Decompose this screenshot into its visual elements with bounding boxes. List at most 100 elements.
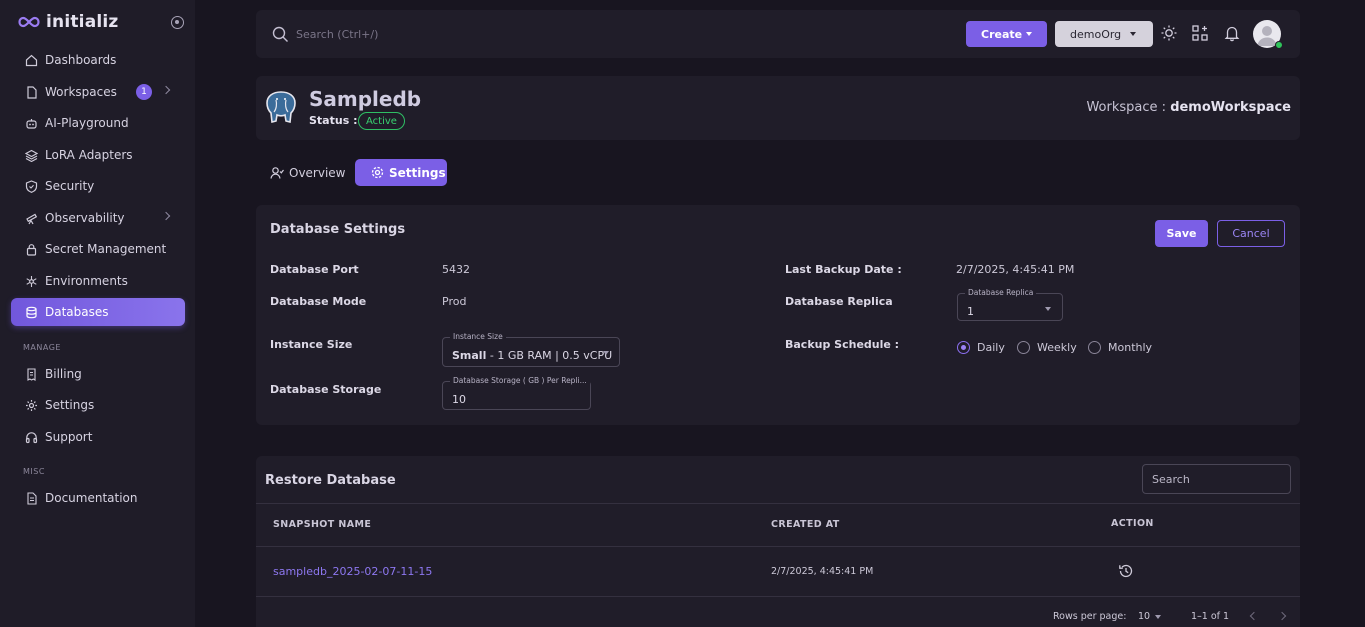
sidebar-item-observability[interactable]: Observability <box>11 204 185 232</box>
app-logo[interactable]: initializ <box>18 12 119 32</box>
snapshot-name-link[interactable]: sampledb_2025-02-07-11-15 <box>273 565 432 578</box>
sidebar-item-label: Databases <box>45 305 109 319</box>
caret-down-icon <box>603 351 609 355</box>
schedule-option-label: Daily <box>977 341 1005 354</box>
sidebar-item-databases[interactable]: Databases <box>11 298 185 326</box>
workspace-name: demoWorkspace <box>1170 100 1291 115</box>
create-button[interactable]: Create <box>966 21 1047 47</box>
postgresql-elephant-icon <box>266 91 296 123</box>
apps-grid-icon[interactable] <box>1191 24 1209 42</box>
telescope-icon <box>25 212 38 225</box>
instance-size-select[interactable]: Instance Size Small - 1 GB RAM | 0.5 vCP… <box>442 332 620 367</box>
sidebar: initializ Dashboards Workspaces 1 AI-Pla… <box>0 0 195 627</box>
chevron-right-icon[interactable] <box>1277 611 1287 621</box>
snapshot-created-at: 2/7/2025, 4:45:41 PM <box>771 566 874 577</box>
table-row-divider <box>256 546 1300 547</box>
chevron-right-icon <box>161 211 171 221</box>
workspace-info: Workspace : demoWorkspace <box>1086 100 1291 115</box>
sidebar-item-label: Settings <box>45 398 95 412</box>
sidebar-item-label: AI-Playground <box>45 116 129 130</box>
sidebar-item-label: Observability <box>45 211 125 225</box>
radio-unchecked-icon <box>1017 341 1030 354</box>
shield-icon <box>25 179 38 193</box>
database-port-label: Database Port <box>270 263 359 276</box>
sidebar-item-workspaces[interactable]: Workspaces 1 <box>11 78 185 106</box>
schedule-radio-monthly[interactable]: Monthly <box>1088 341 1152 354</box>
misc-section-title: MISC <box>23 467 45 476</box>
schedule-option-label: Weekly <box>1037 341 1077 354</box>
bell-icon[interactable] <box>1223 24 1241 42</box>
schedule-option-label: Monthly <box>1108 341 1153 354</box>
chevron-left-icon[interactable] <box>1249 611 1259 621</box>
receipt-icon <box>25 367 38 381</box>
sidebar-item-environments[interactable]: Environments <box>11 267 185 295</box>
database-mode-label: Database Mode <box>270 295 367 308</box>
database-replica-value: 1 <box>967 305 974 318</box>
headphones-icon <box>25 431 38 444</box>
file-icon <box>25 85 38 99</box>
radio-unchecked-icon <box>1088 341 1101 354</box>
database-settings-title: Database Settings <box>270 222 406 237</box>
cancel-button[interactable]: Cancel <box>1217 220 1285 247</box>
instance-size-legend: Instance Size <box>450 332 506 341</box>
sun-icon[interactable] <box>1160 24 1178 42</box>
rows-per-page-select[interactable]: 10 <box>1138 611 1161 622</box>
lock-icon <box>25 243 38 256</box>
org-select-button[interactable]: demoOrg <box>1055 21 1153 47</box>
workspaces-count-badge: 1 <box>136 84 152 100</box>
tab-overview[interactable]: Overview <box>270 159 346 187</box>
create-button-label: Create <box>981 27 1023 41</box>
sidebar-item-support[interactable]: Support <box>11 423 185 451</box>
global-search-input[interactable] <box>296 24 596 44</box>
column-header-snapshot-name: SNAPSHOT NAME <box>273 519 372 530</box>
status-label: Status : <box>309 114 358 127</box>
workspace-label: Workspace : <box>1086 100 1167 115</box>
database-storage-label: Database Storage <box>270 383 382 396</box>
sidebar-item-documentation[interactable]: Documentation <box>11 484 185 512</box>
restore-history-icon[interactable] <box>1118 563 1134 579</box>
tab-settings[interactable]: Settings <box>355 159 447 186</box>
sidebar-item-dashboards[interactable]: Dashboards <box>11 46 185 74</box>
save-button[interactable]: Save <box>1155 220 1208 247</box>
search-icon <box>272 26 288 42</box>
database-mode-value: Prod <box>442 295 467 308</box>
top-bar: Create demoOrg <box>256 10 1300 58</box>
schedule-radio-daily[interactable]: Daily <box>957 341 1005 354</box>
sidebar-item-lora-adapters[interactable]: LoRA Adapters <box>11 141 185 169</box>
database-header: Sampledb Status : Active Workspace : dem… <box>256 76 1300 140</box>
last-backup-date-label: Last Backup Date : <box>785 263 902 276</box>
sidebar-item-billing[interactable]: Billing <box>11 360 185 388</box>
restore-database-title: Restore Database <box>265 473 396 488</box>
status-badge: Active <box>358 112 405 130</box>
chevron-right-icon <box>161 85 171 95</box>
instance-size-name: Small <box>452 349 487 362</box>
sidebar-item-label: Billing <box>45 367 82 381</box>
database-replica-select[interactable]: Database Replica 1 <box>957 288 1063 321</box>
sidebar-collapse-icon[interactable] <box>171 16 184 29</box>
sidebar-item-label: LoRA Adapters <box>45 148 133 162</box>
sidebar-item-settings[interactable]: Settings <box>11 391 185 419</box>
rows-per-page-value: 10 <box>1138 611 1151 622</box>
column-header-action: ACTION <box>1111 518 1154 529</box>
table-header-divider <box>256 503 1300 504</box>
database-storage-legend: Database Storage ( GB ) Per Repli... <box>450 376 590 385</box>
rows-per-page-label: Rows per page: <box>1053 611 1127 622</box>
database-storage-input[interactable]: Database Storage ( GB ) Per Repli... 10 <box>442 376 591 410</box>
pagination-range: 1–1 of 1 <box>1191 611 1230 622</box>
database-storage-value: 10 <box>452 393 466 406</box>
sidebar-item-label: Workspaces <box>45 85 117 99</box>
schedule-radio-weekly[interactable]: Weekly <box>1017 341 1077 354</box>
sidebar-item-ai-playground[interactable]: AI-Playground <box>11 109 185 137</box>
database-settings-card: Database Settings Save Cancel Database P… <box>256 205 1300 425</box>
instance-size-specs: - 1 GB RAM | 0.5 vCPU <box>486 349 613 362</box>
sidebar-item-secret-management[interactable]: Secret Management <box>11 235 185 263</box>
online-status-dot <box>1275 41 1283 49</box>
last-backup-date-value: 2/7/2025, 4:45:41 PM <box>956 263 1075 276</box>
database-icon <box>25 306 38 319</box>
radio-checked-icon <box>957 341 970 354</box>
sidebar-item-security[interactable]: Security <box>11 172 185 200</box>
sidebar-item-label: Security <box>45 179 95 193</box>
org-name: demoOrg <box>1070 27 1122 41</box>
restore-search-input[interactable] <box>1142 464 1291 494</box>
table-row-divider <box>256 596 1300 597</box>
